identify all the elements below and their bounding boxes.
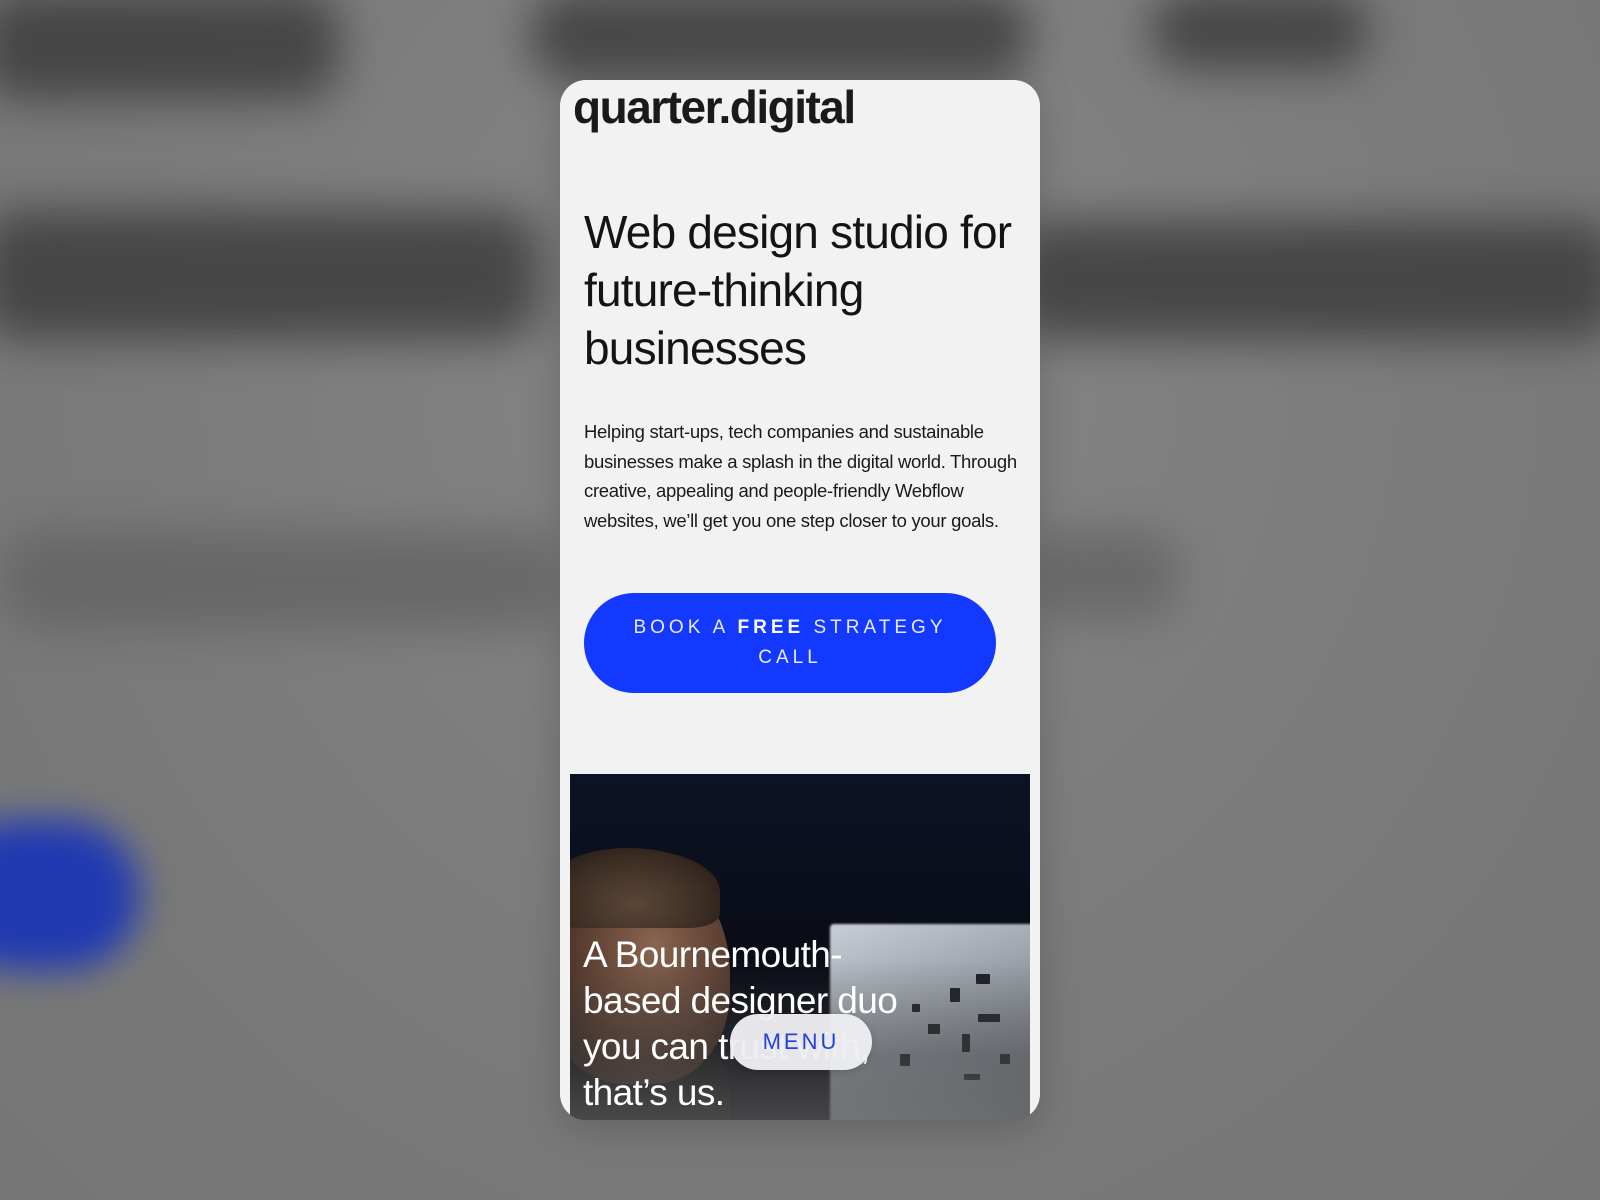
background-blur-shape: [0, 0, 340, 100]
mobile-page: quarter.digital Web design studio for fu…: [560, 80, 1040, 1120]
book-strategy-call-button[interactable]: BOOK A FREE STRATEGY CALL: [584, 593, 996, 693]
background-blur-shape: [0, 210, 540, 340]
cta-label-emphasis: FREE: [737, 617, 805, 638]
background-blur-shape: [0, 530, 560, 630]
background-blur-shape: [1020, 220, 1600, 340]
hero-intro: Helping start-ups, tech companies and su…: [584, 421, 1017, 531]
menu-button[interactable]: MENU: [730, 1014, 872, 1070]
site-logo[interactable]: quarter.digital: [573, 84, 856, 130]
background-blur-shape: [530, 0, 1030, 80]
background-blur-button: [0, 820, 140, 970]
cta-label-prefix: BOOK A: [633, 617, 738, 638]
background-blur-shape: [1030, 530, 1180, 620]
person-hair: [570, 848, 720, 928]
background-blur-shape: [1150, 0, 1370, 70]
hero-headline: Web design studio for future-thinking bu…: [584, 206, 1012, 374]
